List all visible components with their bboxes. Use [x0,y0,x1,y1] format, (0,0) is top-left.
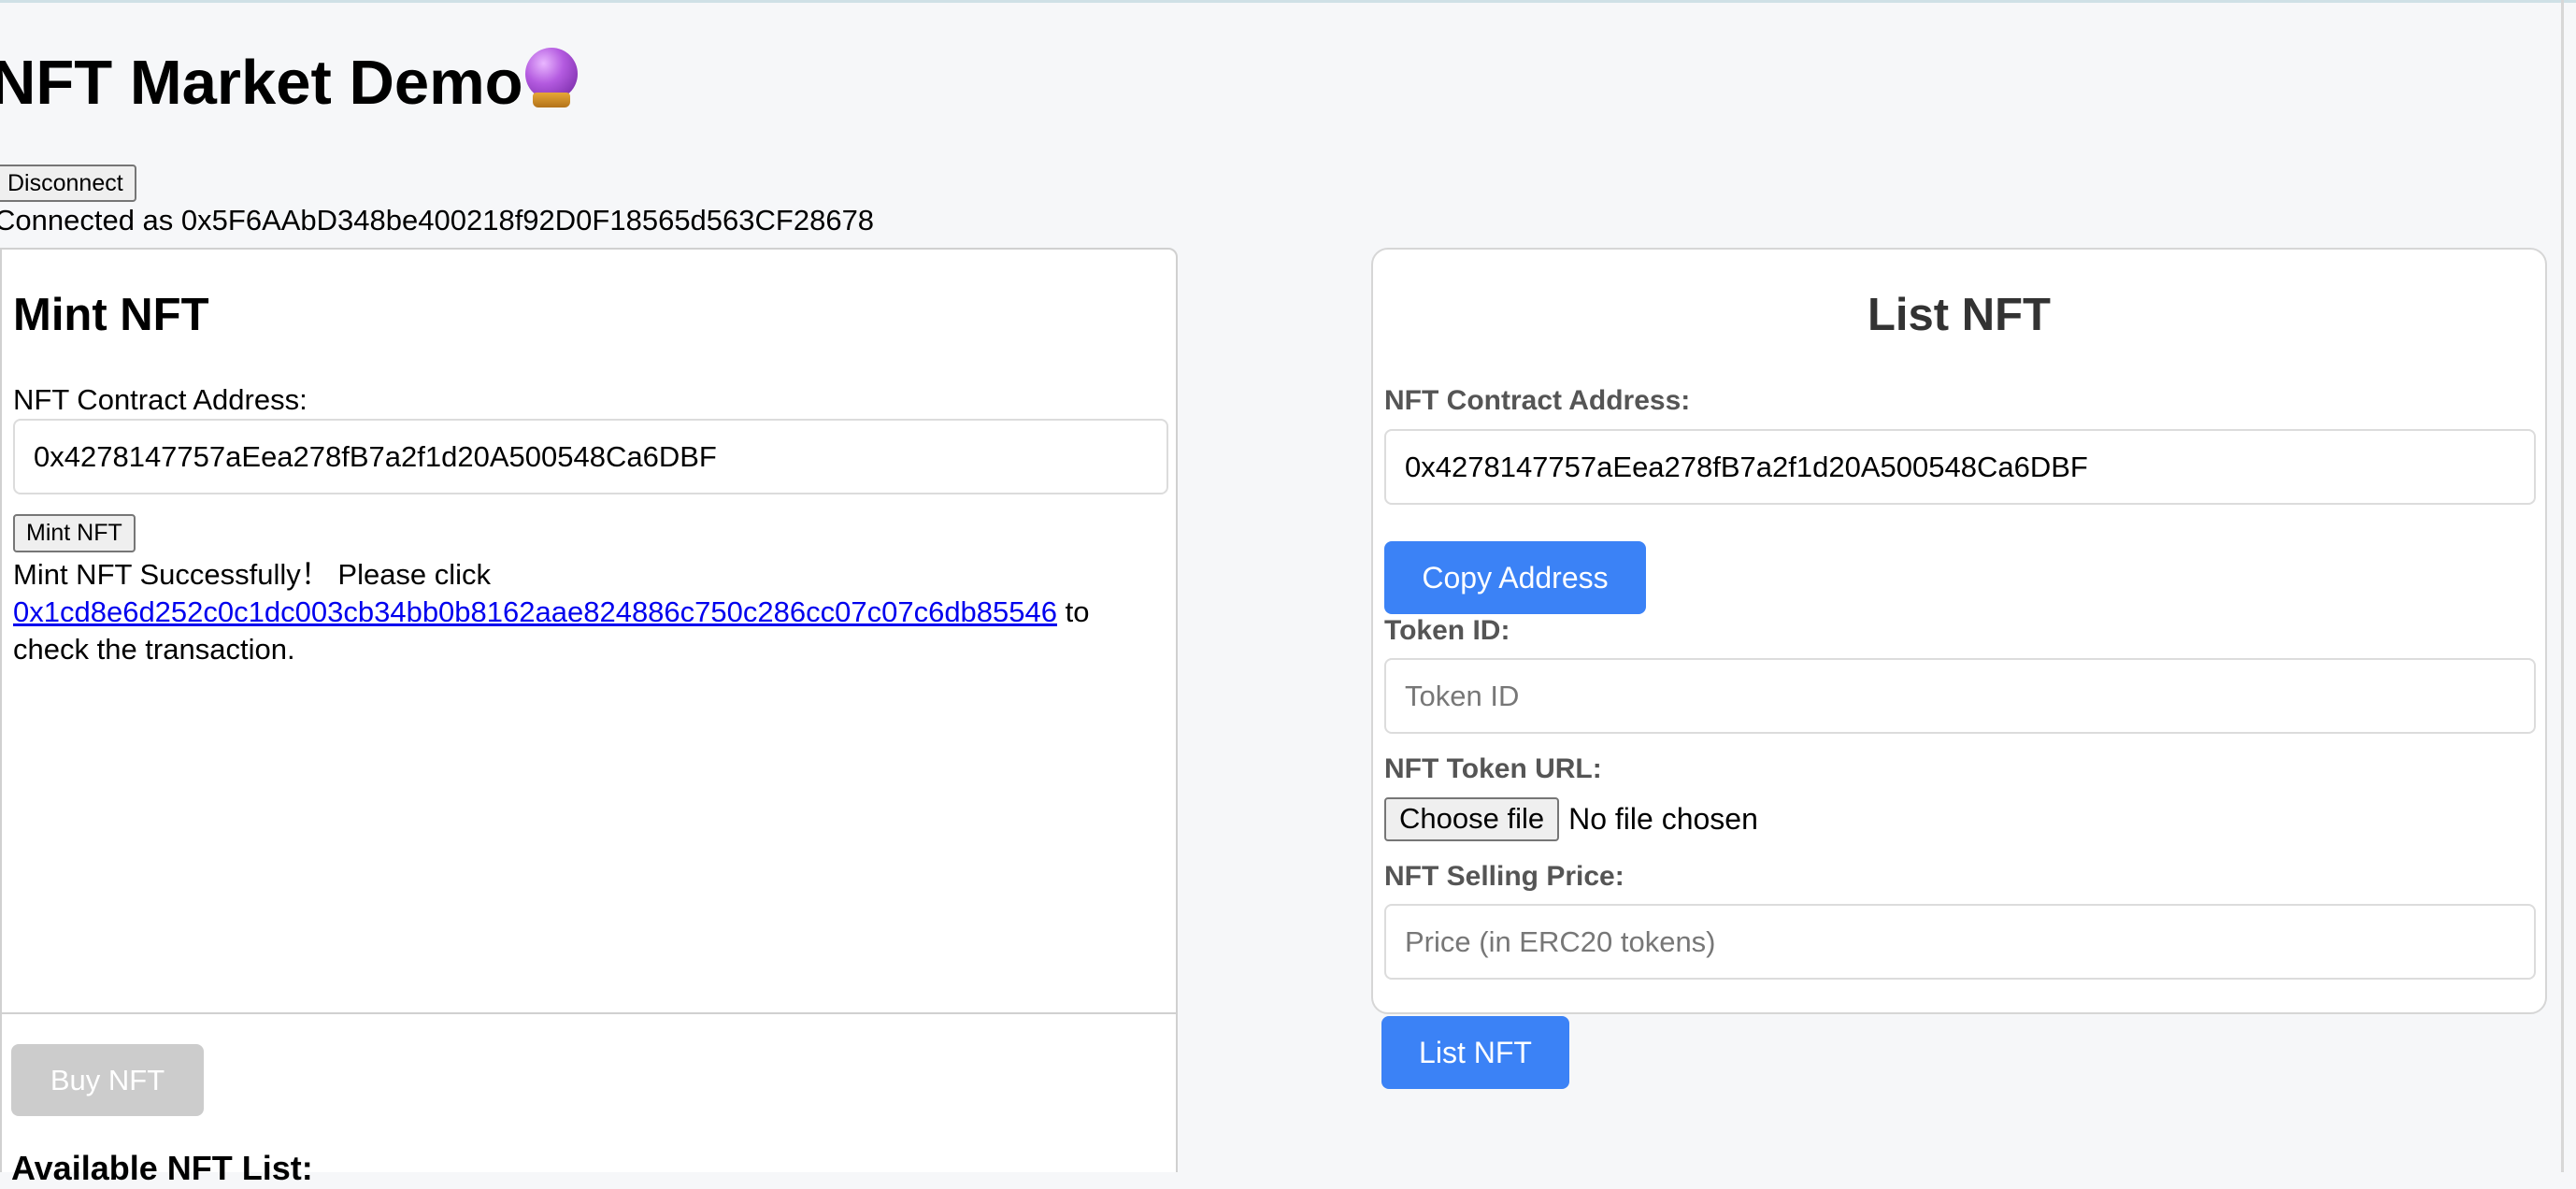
list-nft-title: List NFT [1868,290,2051,340]
token-id-label: Token ID: [1384,615,1510,646]
list-nft-button[interactable]: List NFT [1381,1016,1569,1089]
token-id-input[interactable] [1384,658,2536,734]
mint-nft-panel: Mint NFT NFT Contract Address: Mint NFT … [0,248,1178,1014]
choose-file-button[interactable]: Choose file [1384,796,1560,841]
list-nft-panel: List NFT NFT Contract Address: Copy Addr… [1371,248,2547,1014]
crystal-ball-icon [524,48,578,109]
list-contract-label: NFT Contract Address: [1384,385,1691,416]
available-nft-list-title: Available NFT List: [11,1149,313,1187]
mint-contract-label: NFT Contract Address: [13,383,308,416]
mint-success-prefix: Mint NFT Successfully！ Please click [13,558,492,591]
mint-nft-title: Mint NFT [13,290,209,340]
copy-address-button[interactable]: Copy Address [1384,541,1646,614]
token-url-file-input: Choose file No file chosen [1384,796,1758,841]
mint-contract-address-input[interactable] [13,419,1168,494]
disconnect-button[interactable]: Disconnect [0,165,136,202]
token-url-label: NFT Token URL: [1384,753,1602,784]
transaction-hash-link[interactable]: 0x1cd8e6d252c0c1dc003cb34bb0b8162aae8248… [13,595,1057,628]
page-title: NFT Market Demo [0,41,578,125]
mint-nft-button[interactable]: Mint NFT [13,514,136,552]
list-contract-address-input[interactable] [1384,429,2536,505]
top-border [0,0,2576,3]
selling-price-input[interactable] [1384,904,2536,980]
no-file-chosen-text: No file chosen [1568,801,1758,836]
buy-nft-button[interactable]: Buy NFT [11,1044,204,1116]
selling-price-label: NFT Selling Price: [1384,861,1624,892]
scrollbar-track [2561,0,2564,1172]
connected-account-text: Connected as 0x5F6AAbD348be400218f92D0F1… [0,204,875,236]
mint-success-message: Mint NFT Successfully！ Please click 0x1c… [13,556,1172,668]
